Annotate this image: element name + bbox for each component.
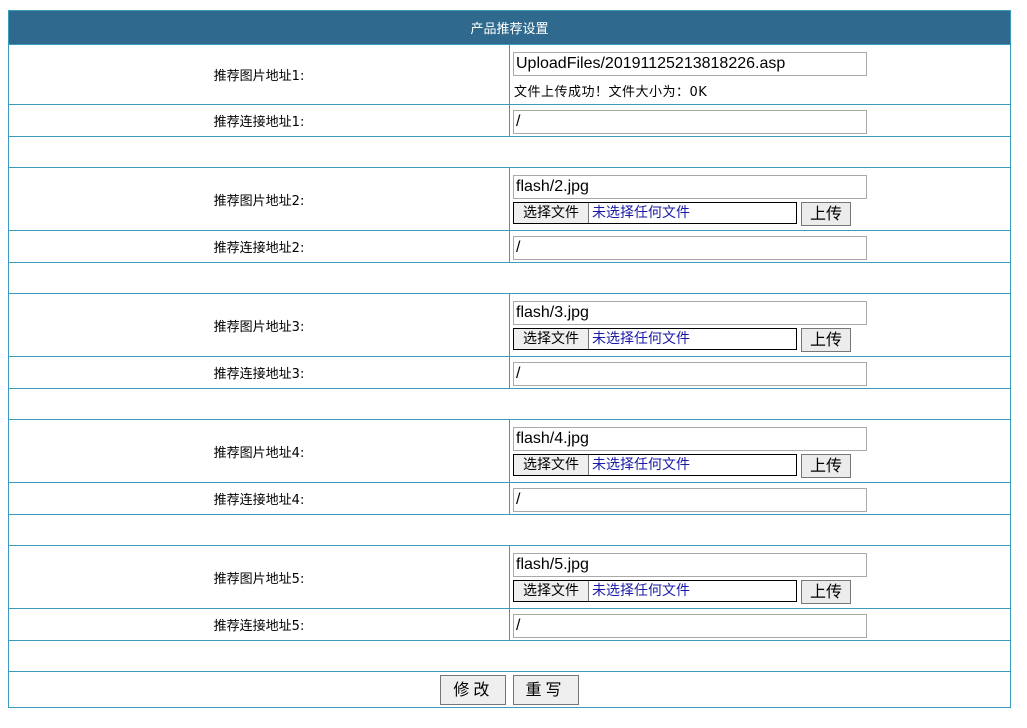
- image-label-3: 推荐图片地址3:: [8, 293, 510, 357]
- no-file-text-4: 未选择任何文件: [592, 456, 690, 473]
- link-label-2: 推荐连接地址2:: [8, 230, 510, 263]
- image-row-1: 推荐图片地址1: 文件上传成功！文件大小为：0K: [8, 44, 1011, 105]
- no-file-text-5: 未选择任何文件: [592, 582, 690, 599]
- image-label-2: 推荐图片地址2:: [8, 167, 510, 231]
- link-label-4: 推荐连接地址4:: [8, 482, 510, 515]
- form-title: 产品推荐设置: [470, 22, 549, 37]
- submit-button[interactable]: 修改: [440, 674, 507, 705]
- image-url-input-4[interactable]: [513, 426, 867, 451]
- upload-button-3[interactable]: 上传: [801, 327, 851, 352]
- choose-file-button-4[interactable]: 选择文件: [514, 454, 589, 475]
- image-label-5: 推荐图片地址5:: [8, 545, 510, 609]
- link-label-1: 推荐连接地址1:: [8, 104, 510, 137]
- file-picker-5[interactable]: 选择文件 未选择任何文件: [513, 579, 797, 602]
- separator-row: [8, 514, 1011, 546]
- link-row-5: 推荐连接地址5:: [8, 608, 1011, 641]
- no-file-text-3: 未选择任何文件: [592, 330, 690, 347]
- settings-form-table: 产品推荐设置 推荐图片地址1: 文件上传成功！文件大小为：0K 推荐连接地址1:…: [8, 10, 1011, 708]
- image-label-1: 推荐图片地址1:: [8, 44, 510, 105]
- file-picker-4[interactable]: 选择文件 未选择任何文件: [513, 453, 797, 476]
- image-url-input-2[interactable]: [513, 174, 867, 199]
- upload-button-5[interactable]: 上传: [801, 579, 851, 604]
- separator-row: [8, 388, 1011, 420]
- link-label-5: 推荐连接地址5:: [8, 608, 510, 641]
- file-picker-2[interactable]: 选择文件 未选择任何文件: [513, 201, 797, 224]
- link-label-3: 推荐连接地址3:: [8, 356, 510, 389]
- choose-file-button-2[interactable]: 选择文件: [514, 202, 589, 223]
- image-url-input-3[interactable]: [513, 300, 867, 325]
- image-row-5: 推荐图片地址5: 选择文件未选择任何文件上传: [8, 545, 1011, 609]
- image-url-input-5[interactable]: [513, 552, 867, 577]
- separator-row: [8, 640, 1011, 672]
- link-row-3: 推荐连接地址3:: [8, 356, 1011, 389]
- choose-file-button-3[interactable]: 选择文件: [514, 328, 589, 349]
- link-url-input-3[interactable]: [513, 361, 867, 386]
- image-row-4: 推荐图片地址4: 选择文件未选择任何文件上传: [8, 419, 1011, 483]
- form-header: 产品推荐设置: [8, 10, 1011, 45]
- choose-file-button-5[interactable]: 选择文件: [514, 580, 589, 601]
- link-url-input-2[interactable]: [513, 235, 867, 260]
- reset-button[interactable]: 重写: [512, 674, 579, 705]
- separator-row: [8, 136, 1011, 168]
- upload-button-2[interactable]: 上传: [801, 201, 851, 226]
- link-row-4: 推荐连接地址4:: [8, 482, 1011, 515]
- upload-button-4[interactable]: 上传: [801, 453, 851, 478]
- upload-success-message: 文件上传成功！文件大小为：0K: [514, 84, 708, 100]
- image-label-4: 推荐图片地址4:: [8, 419, 510, 483]
- link-row-1: 推荐连接地址1:: [8, 104, 1011, 137]
- image-row-3: 推荐图片地址3: 选择文件未选择任何文件上传: [8, 293, 1011, 357]
- no-file-text-2: 未选择任何文件: [592, 204, 690, 221]
- actions-row: 修改 重写: [8, 671, 1011, 708]
- file-picker-3[interactable]: 选择文件 未选择任何文件: [513, 327, 797, 350]
- image-row-2: 推荐图片地址2: 选择文件未选择任何文件上传: [8, 167, 1011, 231]
- link-url-input-5[interactable]: [513, 613, 867, 638]
- link-url-input-4[interactable]: [513, 487, 867, 512]
- image-url-input-1[interactable]: [513, 51, 867, 76]
- link-url-input-1[interactable]: [513, 109, 867, 134]
- separator-row: [8, 262, 1011, 294]
- link-row-2: 推荐连接地址2:: [8, 230, 1011, 263]
